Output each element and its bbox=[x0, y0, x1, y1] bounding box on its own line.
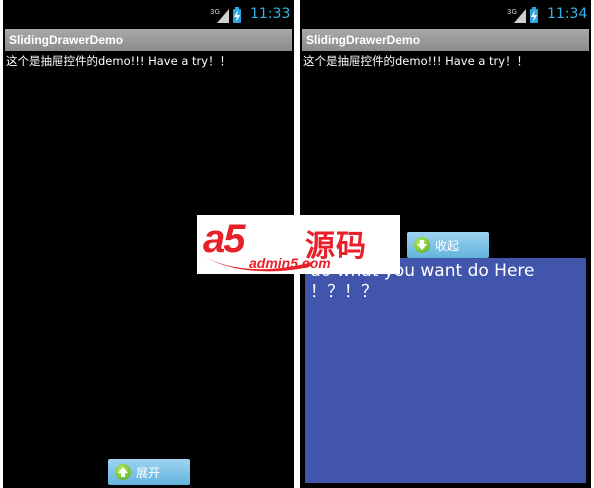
status-bar: 3G 11:34 bbox=[300, 0, 591, 28]
app-title-bar: SlidingDrawerDemo bbox=[5, 29, 292, 51]
watermark-url-text: admin5.com bbox=[249, 255, 331, 271]
demo-description-text: 这个是抽屉控件的demo!!! Have a try！！ bbox=[6, 54, 232, 68]
demo-description-text: 这个是抽屉控件的demo!!! Have a try！！ bbox=[303, 54, 529, 68]
status-time: 11:33 bbox=[250, 6, 291, 22]
drawer-content-panel: do what you want do Here ！？！？ bbox=[305, 258, 586, 483]
app-title-bar: SlidingDrawerDemo bbox=[302, 29, 589, 51]
arrow-up-icon bbox=[115, 464, 131, 480]
drawer-collapse-button[interactable]: 收起 bbox=[407, 232, 489, 258]
arrow-down-icon bbox=[414, 237, 430, 253]
battery-charging-icon bbox=[530, 7, 538, 23]
battery-charging-icon bbox=[233, 7, 241, 23]
status-bar: 3G 11:33 bbox=[3, 0, 294, 28]
drawer-expand-label: 展开 bbox=[136, 465, 161, 480]
drawer-collapse-label: 收起 bbox=[435, 238, 460, 253]
watermark-logo: a5 源码 admin5.com bbox=[197, 215, 400, 274]
watermark-a5-text: a5 bbox=[203, 217, 245, 261]
signal-icon bbox=[217, 9, 229, 23]
drawer-content-line-2: ！？！？ bbox=[310, 282, 378, 302]
status-time: 11:34 bbox=[547, 6, 588, 22]
signal-icon bbox=[514, 9, 526, 23]
drawer-expand-button[interactable]: 展开 bbox=[108, 459, 190, 485]
